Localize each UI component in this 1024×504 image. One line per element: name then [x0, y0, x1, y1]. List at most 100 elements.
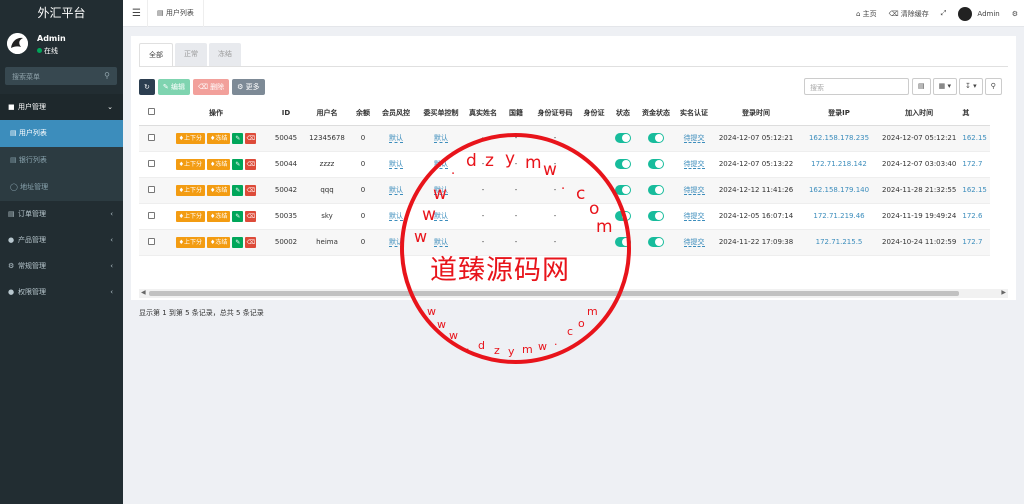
order-control-link[interactable]: 默认	[434, 160, 448, 169]
refresh-button[interactable]: ↻	[139, 79, 155, 95]
row-checkbox-cell[interactable]	[139, 203, 163, 230]
fund-status-toggle[interactable]	[648, 211, 664, 221]
sidebar-item-user-management[interactable]: ■ 用户管理 ⌄	[0, 94, 123, 120]
fund-status-toggle[interactable]	[648, 237, 664, 247]
row-edit-button[interactable]: ✎	[232, 158, 244, 170]
search-input[interactable]: 搜索	[804, 78, 909, 95]
risk-link[interactable]: 默认	[389, 238, 403, 247]
toggle-view-button[interactable]: ▤	[912, 78, 931, 95]
risk-link[interactable]: 默认	[389, 212, 403, 221]
status-toggle[interactable]	[615, 211, 631, 221]
delete-button[interactable]: ⌫ 删除	[192, 79, 230, 95]
row-delete-button[interactable]: ⌫	[245, 132, 257, 144]
fund-status-toggle[interactable]	[648, 159, 664, 169]
row-checkbox-cell[interactable]	[139, 125, 163, 152]
freeze-button[interactable]: ♦冻结	[207, 158, 231, 170]
table-row[interactable]: ♦上下分 ♦冻结 ✎ ⌫ 50035 sky 0 默认 默认 - - - 待提交 2024-12-05 1…	[139, 203, 990, 230]
login-ip-link[interactable]: 172.71.218.142	[811, 160, 867, 168]
columns-button[interactable]: ▦ ▾	[932, 78, 957, 95]
tab-all[interactable]: 全部	[139, 43, 173, 66]
adjust-balance-button[interactable]: ♦上下分	[175, 184, 205, 196]
fund-status-toggle[interactable]	[648, 133, 664, 143]
sidebar-item-permission-management[interactable]: ● 权限管理 ‹	[0, 279, 123, 305]
scroll-left-icon[interactable]: ◀	[141, 289, 146, 296]
adjust-balance-button[interactable]: ♦上下分	[175, 210, 205, 222]
checkbox[interactable]	[147, 133, 155, 141]
login-ip-link[interactable]: 162.158.178.235	[809, 134, 869, 142]
freeze-button[interactable]: ♦冻结	[207, 210, 231, 222]
order-control-link[interactable]: 默认	[434, 134, 448, 143]
row-delete-button[interactable]: ⌫	[245, 158, 257, 170]
row-checkbox-cell[interactable]	[139, 229, 163, 256]
sidebar-subitem-user-list[interactable]: ▤ 用户列表	[0, 120, 123, 147]
col-header[interactable]: 加入时间	[879, 101, 960, 126]
status-toggle[interactable]	[615, 237, 631, 247]
row-edit-button[interactable]: ✎	[232, 184, 244, 196]
tab-user-list[interactable]: ▤ 用户列表	[147, 0, 204, 27]
login-ip-link[interactable]: 172.71.215.5	[816, 238, 863, 246]
risk-link[interactable]: 默认	[389, 186, 403, 195]
col-header[interactable]: ID	[269, 101, 303, 126]
status-toggle[interactable]	[615, 159, 631, 169]
status-toggle[interactable]	[615, 185, 631, 195]
freeze-button[interactable]: ♦冻结	[207, 236, 231, 248]
sidebar-subitem-address[interactable]: ◯ 地址管理	[0, 174, 123, 201]
row-delete-button[interactable]: ⌫	[245, 236, 257, 248]
freeze-button[interactable]: ♦冻结	[207, 184, 231, 196]
home-link[interactable]: ⌂ 主页	[856, 9, 877, 19]
row-edit-button[interactable]: ✎	[232, 236, 244, 248]
col-header[interactable]: 登录IP	[799, 101, 879, 126]
verify-link[interactable]: 待提交	[683, 212, 705, 221]
fullscreen-button[interactable]: ⤢	[941, 9, 947, 18]
checkbox[interactable]	[147, 237, 155, 245]
verify-link[interactable]: 待提交	[683, 160, 705, 169]
order-control-link[interactable]: 默认	[434, 212, 448, 221]
checkbox[interactable]	[147, 185, 155, 193]
tab-frozen[interactable]: 冻结	[209, 43, 241, 66]
row-checkbox-cell[interactable]	[139, 151, 163, 178]
freeze-button[interactable]: ♦冻结	[207, 132, 231, 144]
verify-link[interactable]: 待提交	[683, 134, 705, 143]
export-button[interactable]: ↧ ▾	[958, 78, 983, 95]
status-toggle[interactable]	[615, 133, 631, 143]
sidebar-item-order-management[interactable]: ▤ 订单管理 ‹	[0, 201, 123, 227]
search-toggle-button[interactable]: ⚲	[984, 78, 1002, 95]
checkbox[interactable]	[147, 108, 155, 116]
row-delete-button[interactable]: ⌫	[245, 184, 257, 196]
sidebar-subitem-bank-list[interactable]: ▤ 银行列表	[0, 147, 123, 174]
risk-link[interactable]: 默认	[389, 134, 403, 143]
login-ip-link[interactable]: 172.71.219.46	[813, 212, 864, 220]
verify-link[interactable]: 待提交	[683, 238, 705, 247]
table-row[interactable]: ♦上下分 ♦冻结 ✎ ⌫ 50045 12345678 0 默认 默认 - - - 待提交 2024-12…	[139, 125, 990, 152]
edit-button[interactable]: ✎ 编辑	[157, 79, 190, 95]
row-checkbox-cell[interactable]	[139, 177, 163, 204]
search-icon[interactable]: ⚲	[104, 71, 110, 80]
col-header[interactable]: 登录时间	[713, 101, 799, 126]
clear-cache-button[interactable]: ⌫ 清除缓存	[889, 9, 929, 19]
adjust-balance-button[interactable]: ♦上下分	[175, 132, 205, 144]
admin-menu[interactable]: Admin	[958, 6, 1000, 21]
checkbox[interactable]	[147, 211, 155, 219]
select-all-checkbox[interactable]	[139, 101, 163, 126]
menu-toggle-icon[interactable]: ☰	[132, 8, 141, 19]
tab-normal[interactable]: 正常	[175, 43, 207, 66]
risk-link[interactable]: 默认	[389, 160, 403, 169]
more-button[interactable]: ⚙ 更多	[232, 79, 265, 95]
sidebar-item-product-management[interactable]: ● 产品管理 ‹	[0, 227, 123, 253]
order-control-link[interactable]: 默认	[434, 238, 448, 247]
row-edit-button[interactable]: ✎	[232, 132, 244, 144]
verify-link[interactable]: 待提交	[683, 186, 705, 195]
table-row[interactable]: ♦上下分 ♦冻结 ✎ ⌫ 50044 zzzz 0 默认 默认 - - - 待提交 2024-12-07 …	[139, 151, 990, 178]
checkbox[interactable]	[147, 159, 155, 167]
login-ip-link[interactable]: 162.158.179.140	[809, 186, 869, 194]
scroll-right-icon[interactable]: ▶	[1001, 289, 1006, 296]
settings-button[interactable]: ⚙	[1012, 10, 1018, 18]
sidebar-search-input[interactable]: 搜索菜单 ⚲	[5, 67, 117, 85]
row-edit-button[interactable]: ✎	[232, 210, 244, 222]
fund-status-toggle[interactable]	[648, 185, 664, 195]
horizontal-scrollbar[interactable]: ◀ ▶	[139, 289, 1008, 298]
adjust-balance-button[interactable]: ♦上下分	[175, 158, 205, 170]
adjust-balance-button[interactable]: ♦上下分	[175, 236, 205, 248]
sidebar-item-general-management[interactable]: ⚙ 常规管理 ‹	[0, 253, 123, 279]
row-delete-button[interactable]: ⌫	[245, 210, 257, 222]
